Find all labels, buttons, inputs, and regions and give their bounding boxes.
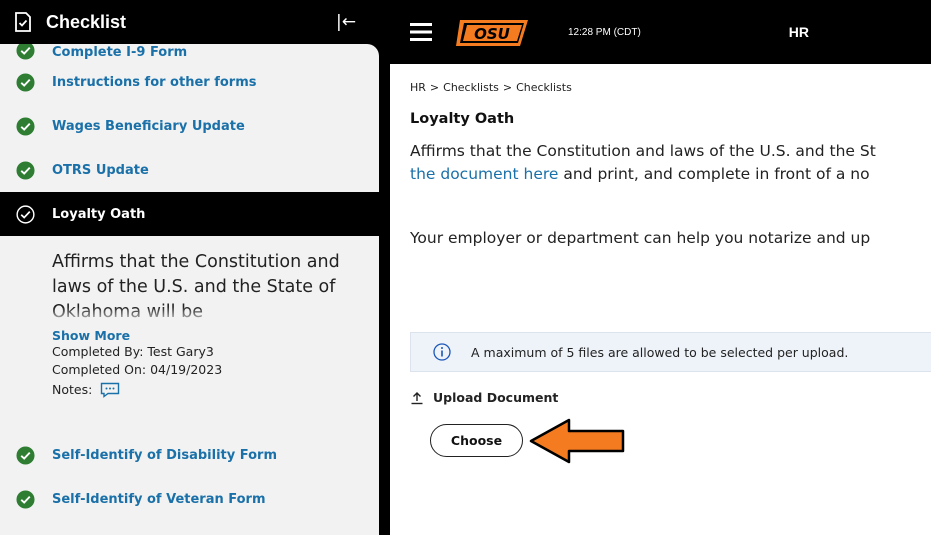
orange-arrow-annotation	[529, 418, 625, 464]
hamburger-menu-icon[interactable]	[410, 23, 432, 41]
completed-by: Completed By: Test Gary3	[52, 344, 214, 359]
item-description: Affirms that the Constitution and laws o…	[52, 250, 363, 325]
show-more-link[interactable]: Show More	[52, 328, 363, 343]
info-message: A maximum of 5 files are allowed to be s…	[471, 344, 849, 360]
breadcrumb-checklists[interactable]: Checklists	[443, 81, 499, 94]
breadcrumb-checklists-current: Checklists	[516, 81, 572, 94]
checklist-item-partial[interactable]: Complete I-9 Form	[0, 44, 379, 60]
breadcrumb-separator: >	[502, 81, 513, 94]
checklist-item-otrs[interactable]: OTRS Update	[0, 148, 379, 192]
notes-row: Notes:	[52, 379, 363, 401]
checklist-item-label: Loyalty Oath	[52, 206, 146, 222]
completed-on: Completed On: 04/19/2023	[52, 362, 223, 377]
checklist-sidebar: Checklist |← Complete I-9 Form Instructi…	[0, 0, 390, 535]
paragraph-line-2: the document here and print, and complet…	[410, 163, 931, 186]
check-circle-icon	[16, 116, 35, 136]
upload-document-button[interactable]: Upload Document	[410, 390, 558, 405]
breadcrumb-hr[interactable]: HR	[410, 81, 426, 94]
checklist-item-label: Wages Beneficiary Update	[52, 118, 245, 134]
paragraph-line-1: Affirms that the Constitution and laws o…	[410, 142, 876, 160]
document-link[interactable]: the document here	[410, 165, 558, 183]
checklist-item-label: Instructions for other forms	[52, 74, 257, 90]
checklist-item-label: Self-Identify of Veteran Form	[52, 491, 266, 507]
check-circle-icon	[16, 445, 35, 465]
check-circle-icon	[16, 44, 35, 60]
upload-icon	[411, 391, 423, 404]
comment-icon[interactable]	[100, 382, 120, 398]
notes-label: Notes:	[52, 382, 93, 397]
main-content: HR > Checklists > Checklists Loyalty Oat…	[410, 64, 931, 535]
check-circle-icon	[16, 72, 35, 92]
sidebar-title: Checklist	[46, 11, 127, 32]
sidebar-header: Checklist |←	[0, 0, 390, 44]
upload-document-label: Upload Document	[433, 390, 559, 405]
instruction-paragraph: Affirms that the Constitution and laws o…	[410, 140, 931, 186]
breadcrumb: HR > Checklists > Checklists	[410, 81, 931, 94]
notarize-paragraph: Your employer or department can help you…	[410, 229, 871, 247]
collapse-sidebar-button[interactable]: |←	[336, 12, 356, 32]
choose-file-button[interactable]: Choose	[430, 424, 523, 457]
checklist-item-instructions[interactable]: Instructions for other forms	[0, 60, 379, 104]
upload-info-banner: A maximum of 5 files are allowed to be s…	[410, 332, 931, 372]
checklist-panel: Complete I-9 Form Instructions for other…	[0, 44, 379, 535]
checklist-item-veteran[interactable]: Self-Identify of Veteran Form	[0, 477, 379, 521]
osu-logo[interactable]: OSU	[454, 14, 530, 50]
checklist-item-detail: Affirms that the Constitution and laws o…	[0, 236, 379, 433]
checklist-item-label: Self-Identify of Disability Form	[52, 447, 277, 463]
check-circle-icon	[16, 489, 35, 509]
checklist-item-label: Complete I-9 Form	[52, 45, 188, 60]
paragraph-line-2-text: and print, and complete in front of a no	[558, 165, 870, 183]
checklist-item-disability[interactable]: Self-Identify of Disability Form	[0, 433, 379, 477]
breadcrumb-separator: >	[429, 81, 440, 94]
app-title: HR	[788, 24, 810, 40]
clock-time: 12:28 PM (CDT)	[568, 26, 641, 38]
check-circle-icon	[16, 160, 35, 180]
top-nav-bar: OSU 12:28 PM (CDT) HR	[390, 0, 931, 64]
checklist-doc-icon	[15, 12, 31, 32]
info-icon	[433, 343, 451, 361]
page-title: Loyalty Oath	[410, 111, 515, 127]
checklist-item-loyalty-oath[interactable]: Loyalty Oath	[0, 192, 379, 236]
checklist-item-label: OTRS Update	[52, 162, 149, 178]
check-circle-icon	[16, 204, 35, 224]
checklist-item-wages-beneficiary[interactable]: Wages Beneficiary Update	[0, 104, 379, 148]
osu-logo-text: OSU	[474, 25, 510, 43]
